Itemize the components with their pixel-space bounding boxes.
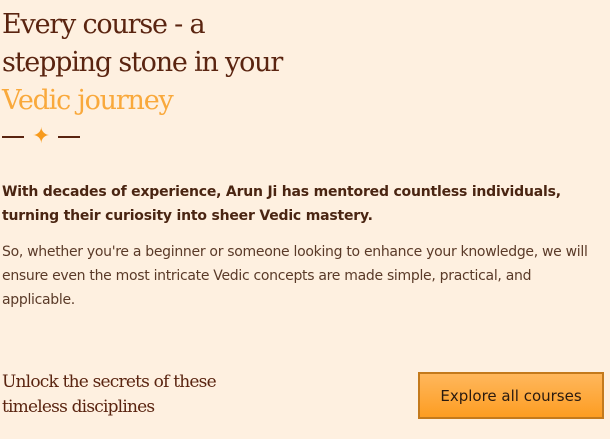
divider-line-right (58, 136, 81, 138)
heading-line-1: Every course - a (2, 9, 206, 40)
heading-accent: Vedic journey (2, 85, 174, 116)
divider-line-left (2, 136, 24, 138)
section-heading: Every course - a stepping stone in your … (2, 6, 283, 120)
heading-line-2: stepping stone in your (2, 47, 283, 78)
decorative-divider: ✦ (2, 124, 81, 149)
cta-text-line-2: timeless disciplines (2, 397, 155, 417)
cta-text: Unlock the secrets of these timeless dis… (2, 370, 217, 420)
explore-all-courses-button[interactable]: Explore all courses (418, 372, 604, 419)
intro-paragraph: With decades of experience, Arun Ji has … (2, 184, 561, 224)
description-paragraph: So, whether you're a beginner or someone… (2, 244, 588, 308)
sparkle-icon: ✦ (32, 124, 51, 149)
cta-text-line-1: Unlock the secrets of these (2, 372, 217, 392)
